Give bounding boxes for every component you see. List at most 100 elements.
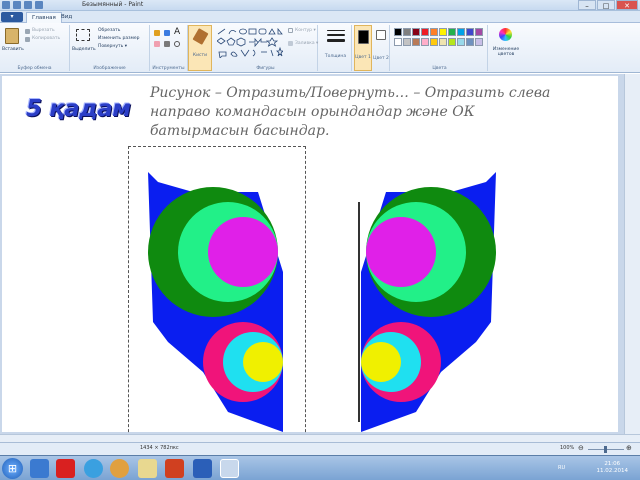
close-button[interactable]: ✕ [616, 0, 638, 10]
color-swatch[interactable] [394, 28, 402, 36]
taskbar: ⊞ RU 21:06 11.02.2014 [0, 455, 640, 480]
system-clock[interactable]: 21:06 11.02.2014 [597, 461, 629, 475]
maximize-button[interactable]: □ [597, 0, 615, 10]
chrome-icon[interactable] [110, 459, 129, 478]
color-swatch[interactable] [475, 38, 483, 46]
start-button[interactable]: ⊞ [2, 458, 23, 479]
color-swatch[interactable] [475, 28, 483, 36]
brush-icon [192, 28, 209, 45]
colors-label: Цвета [432, 66, 447, 71]
shapes-label: Фигуры [256, 66, 275, 71]
cut-button[interactable]: Вырезать [32, 28, 55, 34]
rotate-button[interactable]: Повернуть ▾ [98, 44, 127, 50]
color2-label: Цвет 2 [373, 56, 389, 61]
image-group: Выделить Обрезать Изменить размер Поверн… [70, 25, 150, 71]
title-bar: Безымянный - Paint – □ ✕ [0, 0, 640, 11]
pencil-icon[interactable] [154, 30, 160, 36]
size-line-icon-2 [327, 34, 345, 36]
text-icon[interactable]: A [174, 28, 181, 37]
color-swatch[interactable] [448, 38, 456, 46]
color-swatch[interactable] [412, 28, 420, 36]
quick-access-toolbar [2, 1, 43, 9]
horizontal-scrollbar[interactable] [0, 434, 640, 442]
language-indicator[interactable]: RU [558, 465, 565, 471]
color-swatch[interactable] [439, 28, 447, 36]
paint-app-icon[interactable] [2, 1, 10, 9]
step-heading: 5 қадам [26, 96, 131, 122]
color-swatch[interactable] [403, 28, 411, 36]
undo-icon[interactable] [24, 1, 32, 9]
color-picker-icon[interactable] [164, 41, 170, 47]
fill-bucket-icon [288, 41, 293, 46]
tab-view[interactable]: Вид [56, 12, 77, 23]
canvas-area[interactable]: 5 қадам Рисунок – Отразить/Повернуть… – … [0, 74, 640, 434]
vertical-scrollbar[interactable] [624, 74, 640, 434]
magnifier-icon[interactable] [174, 41, 180, 47]
explorer-icon[interactable] [138, 459, 157, 478]
clipboard-group: Вставить Вырезать Копировать Буфер обмен… [0, 25, 70, 71]
word-icon[interactable] [193, 459, 212, 478]
zoom-out-icon[interactable]: ⊖ [578, 444, 584, 452]
color-swatch[interactable] [421, 38, 429, 46]
ie-icon[interactable] [30, 459, 49, 478]
size-button[interactable]: Толщина [320, 25, 352, 71]
select-button[interactable]: Выделить [72, 47, 96, 53]
selection-rectangle[interactable] [128, 146, 306, 442]
mirror-magenta-circle [366, 217, 436, 287]
instruction-text: Рисунок – Отразить/Повернуть… – Отразить… [150, 85, 551, 139]
scissors-icon [25, 29, 30, 34]
ribbon-tabs: ▾ Главная Вид [0, 11, 640, 23]
fill-icon[interactable] [164, 30, 170, 36]
color-swatch[interactable] [448, 28, 456, 36]
powerpoint-icon[interactable] [165, 459, 184, 478]
color-swatch[interactable] [430, 28, 438, 36]
color-swatch[interactable] [412, 38, 420, 46]
mirrored-drawing[interactable] [356, 172, 496, 432]
color-swatch[interactable] [457, 38, 465, 46]
color2-button[interactable]: Цвет 2 [373, 25, 390, 71]
brushes-label: Кисти [192, 53, 208, 58]
eraser-icon[interactable] [154, 41, 160, 47]
tools-label: Инструменты [152, 66, 185, 71]
color1-button[interactable]: Цвет 1 [354, 25, 372, 71]
file-menu-button[interactable]: ▾ [1, 12, 23, 22]
slide-canvas[interactable]: 5 қадам Рисунок – Отразить/Повернуть… – … [2, 76, 618, 432]
color-swatch[interactable] [466, 28, 474, 36]
outline-button[interactable]: Контур ▾ [295, 28, 316, 34]
shapes-group: Контур ▾ Заливка ▾ Фигуры [214, 25, 318, 71]
paste-button[interactable]: Вставить [2, 47, 24, 53]
resize-button[interactable]: Изменить размер [98, 36, 140, 42]
ribbon: Вставить Вырезать Копировать Буфер обмен… [0, 23, 640, 73]
shapes-gallery[interactable] [217, 28, 283, 58]
color-swatch[interactable] [421, 28, 429, 36]
color-swatch[interactable] [430, 38, 438, 46]
copy-button[interactable]: Копировать [32, 36, 60, 42]
status-bar: 1434 × 782пкс 100% ⊖ ⊕ [0, 442, 640, 455]
size-line-icon-3 [327, 39, 345, 42]
redo-icon[interactable] [35, 1, 43, 9]
save-icon[interactable] [13, 1, 21, 9]
zoom-slider-thumb[interactable] [604, 446, 607, 453]
color-swatch[interactable] [466, 38, 474, 46]
zoom-in-icon[interactable]: ⊕ [626, 444, 632, 452]
color1-label: Цвет 1 [355, 55, 371, 60]
image-label: Изображение [93, 66, 126, 71]
copy-icon [25, 37, 30, 42]
color-swatch[interactable] [394, 38, 402, 46]
fill-button[interactable]: Заливка ▾ [295, 41, 318, 47]
minimize-button[interactable]: – [578, 0, 596, 10]
paint-taskbar-icon[interactable] [220, 459, 239, 478]
color-swatch[interactable] [439, 38, 447, 46]
crop-button[interactable]: Обрезать [98, 28, 120, 34]
edit-colors-label: Изменение цветов [492, 47, 520, 57]
edit-colors-button[interactable]: Изменение цветов [490, 25, 522, 71]
color-swatch[interactable] [403, 38, 411, 46]
outline-icon [288, 28, 293, 33]
size-label: Толщина [324, 54, 347, 59]
select-icon [76, 29, 90, 41]
color-swatch[interactable] [457, 28, 465, 36]
yandex-icon[interactable] [56, 459, 75, 478]
zona-icon[interactable] [84, 459, 103, 478]
color2-swatch [376, 30, 386, 40]
brushes-button[interactable]: Кисти [188, 25, 212, 71]
